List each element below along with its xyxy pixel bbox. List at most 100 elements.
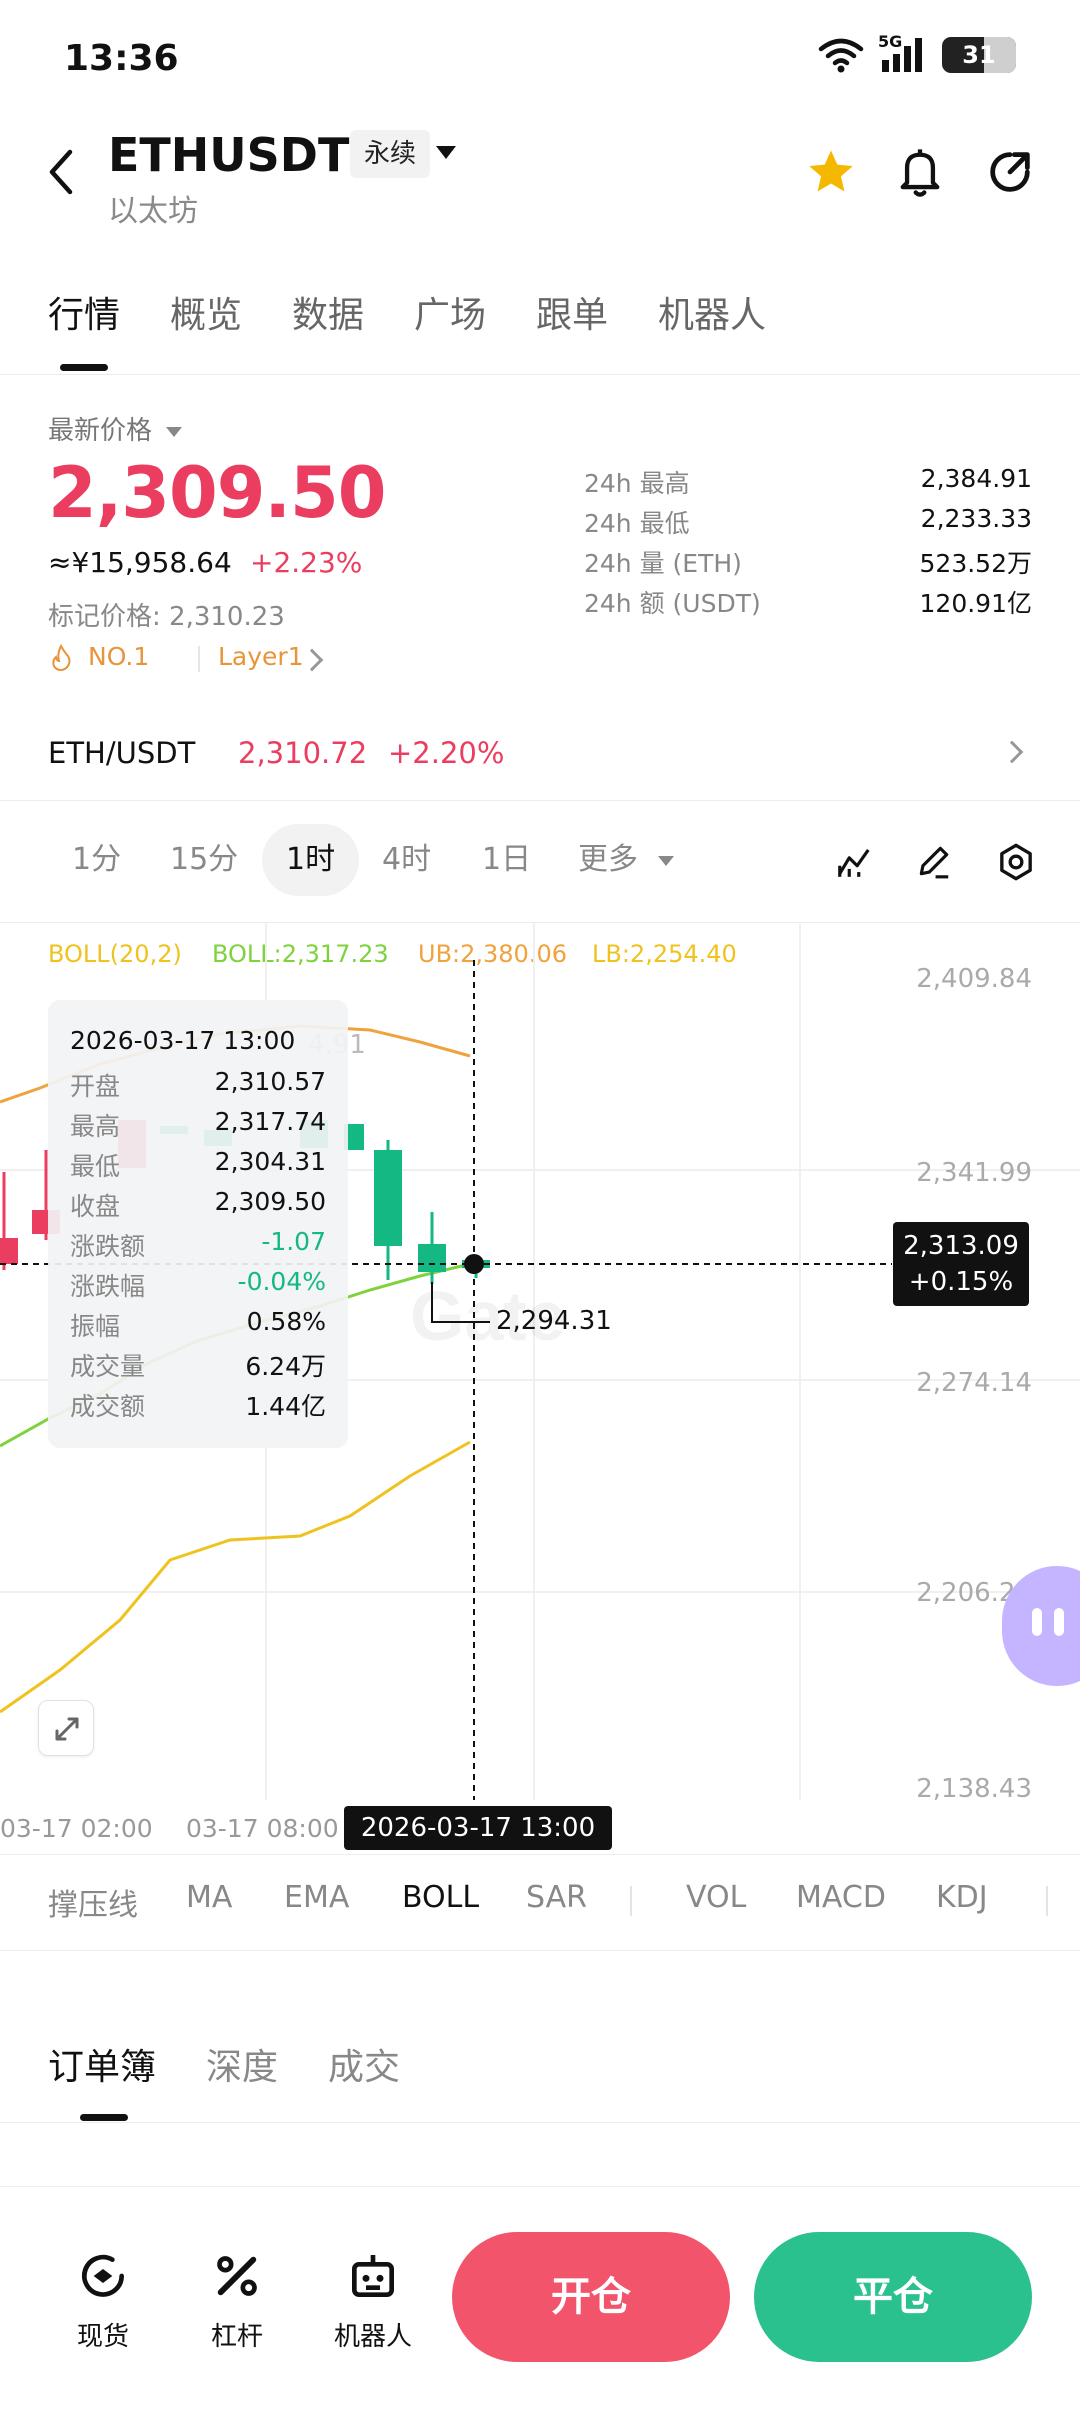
star-icon[interactable]	[804, 146, 858, 198]
leverage-icon	[217, 2256, 257, 2296]
tab-order-book[interactable]: 订单簿	[48, 2038, 156, 2090]
back-icon[interactable]	[46, 148, 78, 196]
tooltip-row: 成交额 1.44亿	[70, 1392, 326, 1421]
crosshair-price-tag: 2,313.09 +0.15%	[893, 1222, 1029, 1306]
x-axis-label: 03-17 08:00	[186, 1814, 339, 1843]
divider	[0, 374, 1080, 375]
y-axis-label: 2,341.99	[916, 1158, 1032, 1188]
main-tabs: 行情 概览 数据 广场 跟单 机器人	[0, 286, 1080, 374]
indicator-ma[interactable]: MA	[186, 1880, 232, 1915]
bubble-eye	[1032, 1608, 1042, 1636]
tooltip-row: 涨跌幅 -0.04%	[70, 1267, 326, 1301]
caret-down-icon[interactable]	[436, 146, 456, 159]
indicator-boll[interactable]: BOLL	[402, 1880, 479, 1915]
timeframe-15m[interactable]: 15分	[170, 824, 238, 896]
tab-copy-trade[interactable]: 跟单	[536, 286, 608, 338]
chevron-right-icon[interactable]	[300, 648, 324, 672]
spot-pair-name[interactable]: ETH/USDT	[48, 736, 195, 770]
tab-overview[interactable]: 概览	[170, 286, 242, 338]
indicator-sar[interactable]: SAR	[526, 1880, 587, 1915]
tooltip-row: 收盘 2,309.50	[70, 1187, 326, 1221]
tab-bots[interactable]: 机器人	[658, 286, 766, 338]
price-change: +2.23%	[250, 546, 363, 579]
kline-tooltip: 2026-03-17 13:00 开盘 2,310.57 最高 2,317.74 最…	[48, 1000, 348, 1448]
stat-value: 2,384.91	[920, 464, 1032, 493]
latest-price-label[interactable]: 最新价格	[48, 410, 183, 447]
timeframe-1h[interactable]: 1时	[262, 824, 360, 896]
nav-label: 现货	[76, 2322, 129, 2352]
timeframe-4h[interactable]: 4时	[382, 824, 431, 896]
rank-tag[interactable]: NO.1	[88, 642, 149, 671]
symbol-title[interactable]: ETHUSDT	[108, 128, 349, 182]
divider	[0, 1950, 1080, 1951]
cny-price: ≈¥15,958.64	[48, 546, 232, 579]
expand-icon	[55, 1717, 79, 1741]
indicator-vol[interactable]: VOL	[686, 1880, 746, 1915]
indicator-support-resistance[interactable]: 撑压线	[48, 1880, 138, 1924]
y-axis-label: 2,274.14	[916, 1368, 1032, 1398]
chevron-right-icon[interactable]	[1000, 740, 1024, 764]
tab-depth[interactable]: 深度	[206, 2038, 278, 2090]
nav-label: 机器人	[333, 2322, 412, 2352]
timeframe-more[interactable]: 更多	[578, 824, 674, 896]
tooltip-row: 涨跌额 -1.07	[70, 1227, 326, 1261]
indicator-ema[interactable]: EMA	[284, 1880, 349, 1915]
indicator-macd[interactable]: MACD	[796, 1880, 886, 1915]
tab-trades[interactable]: 成交	[328, 2038, 400, 2090]
battery-icon: 31	[942, 37, 1016, 73]
divider	[0, 1854, 1080, 1855]
tab-underline	[60, 364, 108, 371]
wifi-icon	[818, 38, 864, 73]
boll-lower-line	[0, 1440, 471, 1714]
crosshair-dot	[464, 1254, 484, 1274]
bell-icon[interactable]	[894, 144, 946, 200]
tab-square[interactable]: 广场	[414, 286, 486, 338]
timeframe-1d[interactable]: 1日	[482, 824, 531, 896]
tab-data[interactable]: 数据	[292, 286, 364, 338]
low-marker-label: 2,294.31	[496, 1306, 612, 1336]
tooltip-datetime: 2026-03-17 13:00	[70, 1026, 296, 1055]
stat-value: 120.91亿	[919, 589, 1032, 618]
nav-label: 杠杆	[210, 2322, 263, 2352]
sector-tag[interactable]: Layer1	[218, 642, 304, 671]
tooltip-row: 成交量 6.24万	[70, 1352, 326, 1381]
stat-value: 2,233.33	[920, 504, 1032, 533]
y-axis-label: 2,409.84	[916, 964, 1032, 994]
stat-label: 24h 最低	[584, 509, 690, 538]
tooltip-row: 最高 2,317.74	[70, 1107, 326, 1141]
contract-type-badge[interactable]: 永续	[350, 130, 431, 178]
divider	[0, 800, 1080, 801]
settings-icon[interactable]	[996, 842, 1036, 882]
candle-body	[374, 1150, 402, 1246]
fullscreen-button[interactable]	[38, 1700, 94, 1756]
tab-market[interactable]: 行情	[48, 286, 120, 338]
divider	[0, 2122, 1080, 2123]
stat-value: 523.52万	[919, 549, 1032, 578]
status-time: 13:36	[64, 38, 179, 79]
indicator-separator	[1046, 1886, 1048, 1916]
signal-icon: 5G	[878, 32, 928, 74]
share-icon[interactable]	[984, 146, 1036, 198]
candle-body	[418, 1244, 446, 1272]
nav-bots[interactable]: 机器人	[318, 2248, 428, 2353]
status-icons: 5G 31	[818, 32, 1016, 74]
draw-pen-icon[interactable]	[914, 842, 954, 880]
tag-separator	[198, 646, 200, 672]
robot-icon	[352, 2255, 394, 2297]
open-position-button[interactable]: 开仓	[452, 2232, 730, 2362]
caret-down-icon	[657, 855, 674, 866]
indicator-kdj[interactable]: KDJ	[936, 1880, 988, 1915]
nav-spot[interactable]: 现货	[48, 2248, 158, 2353]
bubble-eye	[1054, 1608, 1064, 1636]
candle-body	[0, 1238, 18, 1264]
nav-margin[interactable]: 杠杆	[182, 2248, 292, 2353]
tooltip-row: 振幅 0.58%	[70, 1307, 326, 1341]
tooltip-row: 最低 2,304.31	[70, 1147, 326, 1181]
timeframe-1m[interactable]: 1分	[72, 824, 121, 896]
mark-price: 标记价格: 2,310.23	[48, 602, 285, 632]
close-position-button[interactable]: 平仓	[754, 2232, 1032, 2362]
stat-label: 24h 最高	[584, 469, 690, 498]
last-price: 2,309.50	[48, 452, 386, 534]
stat-label: 24h 额 (USDT)	[584, 589, 761, 618]
indicator-icon[interactable]	[834, 842, 874, 880]
